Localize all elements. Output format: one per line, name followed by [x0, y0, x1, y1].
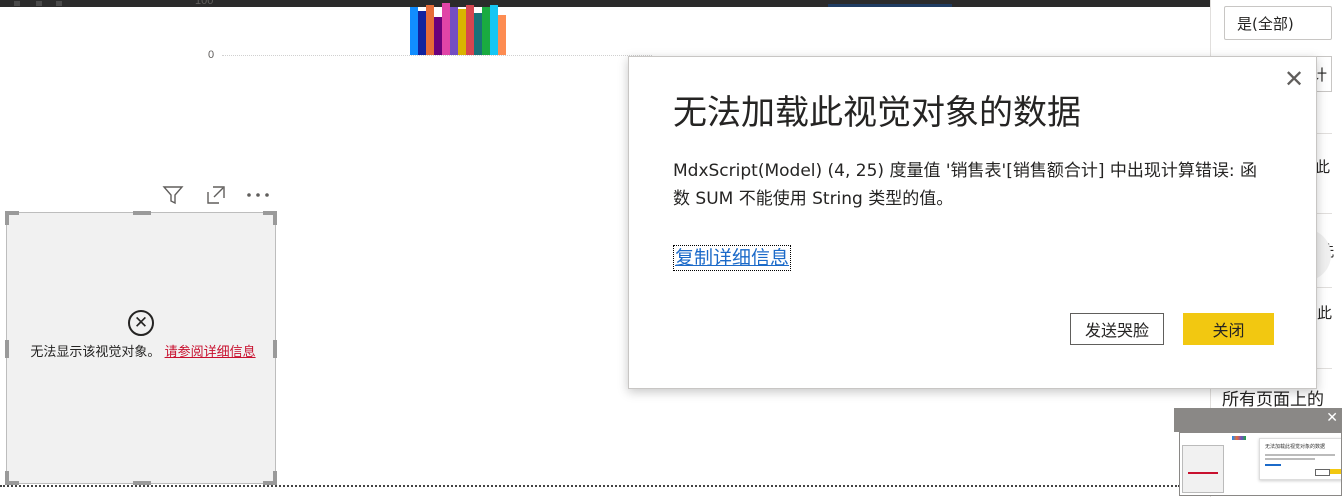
- error-text: 无法显示该视觉对象。: [30, 345, 161, 360]
- chart-bar: [442, 3, 450, 55]
- canvas-bottom-border: [0, 485, 1180, 487]
- filter-icon[interactable]: [160, 182, 186, 208]
- chart-bar: [482, 7, 490, 55]
- zero-gridline: [222, 55, 652, 56]
- chart-bar: [434, 17, 442, 55]
- dialog-title: 无法加载此视觉对象的数据: [673, 93, 1081, 133]
- close-icon[interactable]: ✕: [1281, 65, 1307, 93]
- toolbar-dot: [36, 1, 42, 6]
- panel-text-fragment: 此: [1317, 304, 1333, 322]
- preview-link: [1265, 464, 1281, 466]
- see-details-link[interactable]: 请参阅详细信息: [165, 345, 256, 360]
- resize-handle[interactable]: [133, 211, 151, 215]
- chart-bar: [458, 9, 466, 55]
- preview-line: [1265, 454, 1335, 456]
- error-icon: ✕: [128, 310, 154, 336]
- toolbar-dot: [14, 1, 20, 6]
- close-button[interactable]: 关闭: [1183, 313, 1274, 345]
- copy-details-link[interactable]: 复制详细信息: [673, 245, 792, 271]
- active-indicator: [828, 4, 952, 7]
- y-tick-0: 0: [208, 49, 215, 61]
- focus-mode-icon[interactable]: [203, 182, 229, 208]
- chart-bar: [490, 5, 498, 55]
- resize-handle[interactable]: [5, 340, 9, 358]
- chart-bar: [410, 7, 418, 55]
- background-chart[interactable]: 100 0: [190, 0, 652, 61]
- send-frown-button[interactable]: 发送哭脸: [1070, 313, 1164, 345]
- toolbar-dot: [56, 1, 62, 6]
- resize-handle[interactable]: [5, 471, 9, 485]
- preview-error-text: [1188, 472, 1218, 474]
- resize-handle[interactable]: [273, 211, 277, 225]
- error-message: 无法显示该视觉对象。 请参阅详细信息: [17, 344, 269, 361]
- dialog-message: MdxScript(Model) (4, 25) 度量值 '销售表'[销售额合计…: [673, 161, 1258, 209]
- filter-select[interactable]: 是(全部): [1224, 6, 1332, 40]
- preview-visual: [1182, 445, 1224, 493]
- preview-chart: [1232, 436, 1246, 440]
- preview-dialog-title: 无法加载此视觉对象的数据: [1265, 444, 1326, 450]
- preview-dialog: 无法加载此视觉对象的数据: [1259, 438, 1341, 480]
- chart-bar: [418, 11, 426, 55]
- preview-header: ✕: [1174, 408, 1342, 432]
- panel-text-fragment: 此: [1315, 158, 1331, 176]
- chart-bar: [474, 13, 482, 55]
- resize-handle[interactable]: [273, 471, 277, 485]
- chart-bar: [466, 5, 474, 55]
- chart-bar: [426, 5, 434, 55]
- error-dialog: ✕ 无法加载此视觉对象的数据 MdxScript(Model) (4, 25) …: [628, 56, 1317, 389]
- y-tick-100: 100: [195, 0, 214, 7]
- more-options-icon[interactable]: [245, 182, 271, 208]
- preview-button: [1315, 469, 1330, 476]
- preview-button: [1330, 469, 1341, 474]
- preview-line: [1265, 458, 1315, 460]
- preview-thumbnail[interactable]: 无法加载此视觉对象的数据: [1179, 432, 1342, 496]
- error-visual[interactable]: ✕ 无法显示该视觉对象。 请参阅详细信息: [5, 211, 277, 485]
- chart-bar: [450, 7, 458, 55]
- resize-handle[interactable]: [273, 340, 277, 358]
- resize-handle[interactable]: [5, 211, 9, 225]
- chart-bar: [498, 15, 506, 55]
- preview-close-icon[interactable]: ✕: [1326, 410, 1338, 426]
- visual-header: [160, 182, 275, 208]
